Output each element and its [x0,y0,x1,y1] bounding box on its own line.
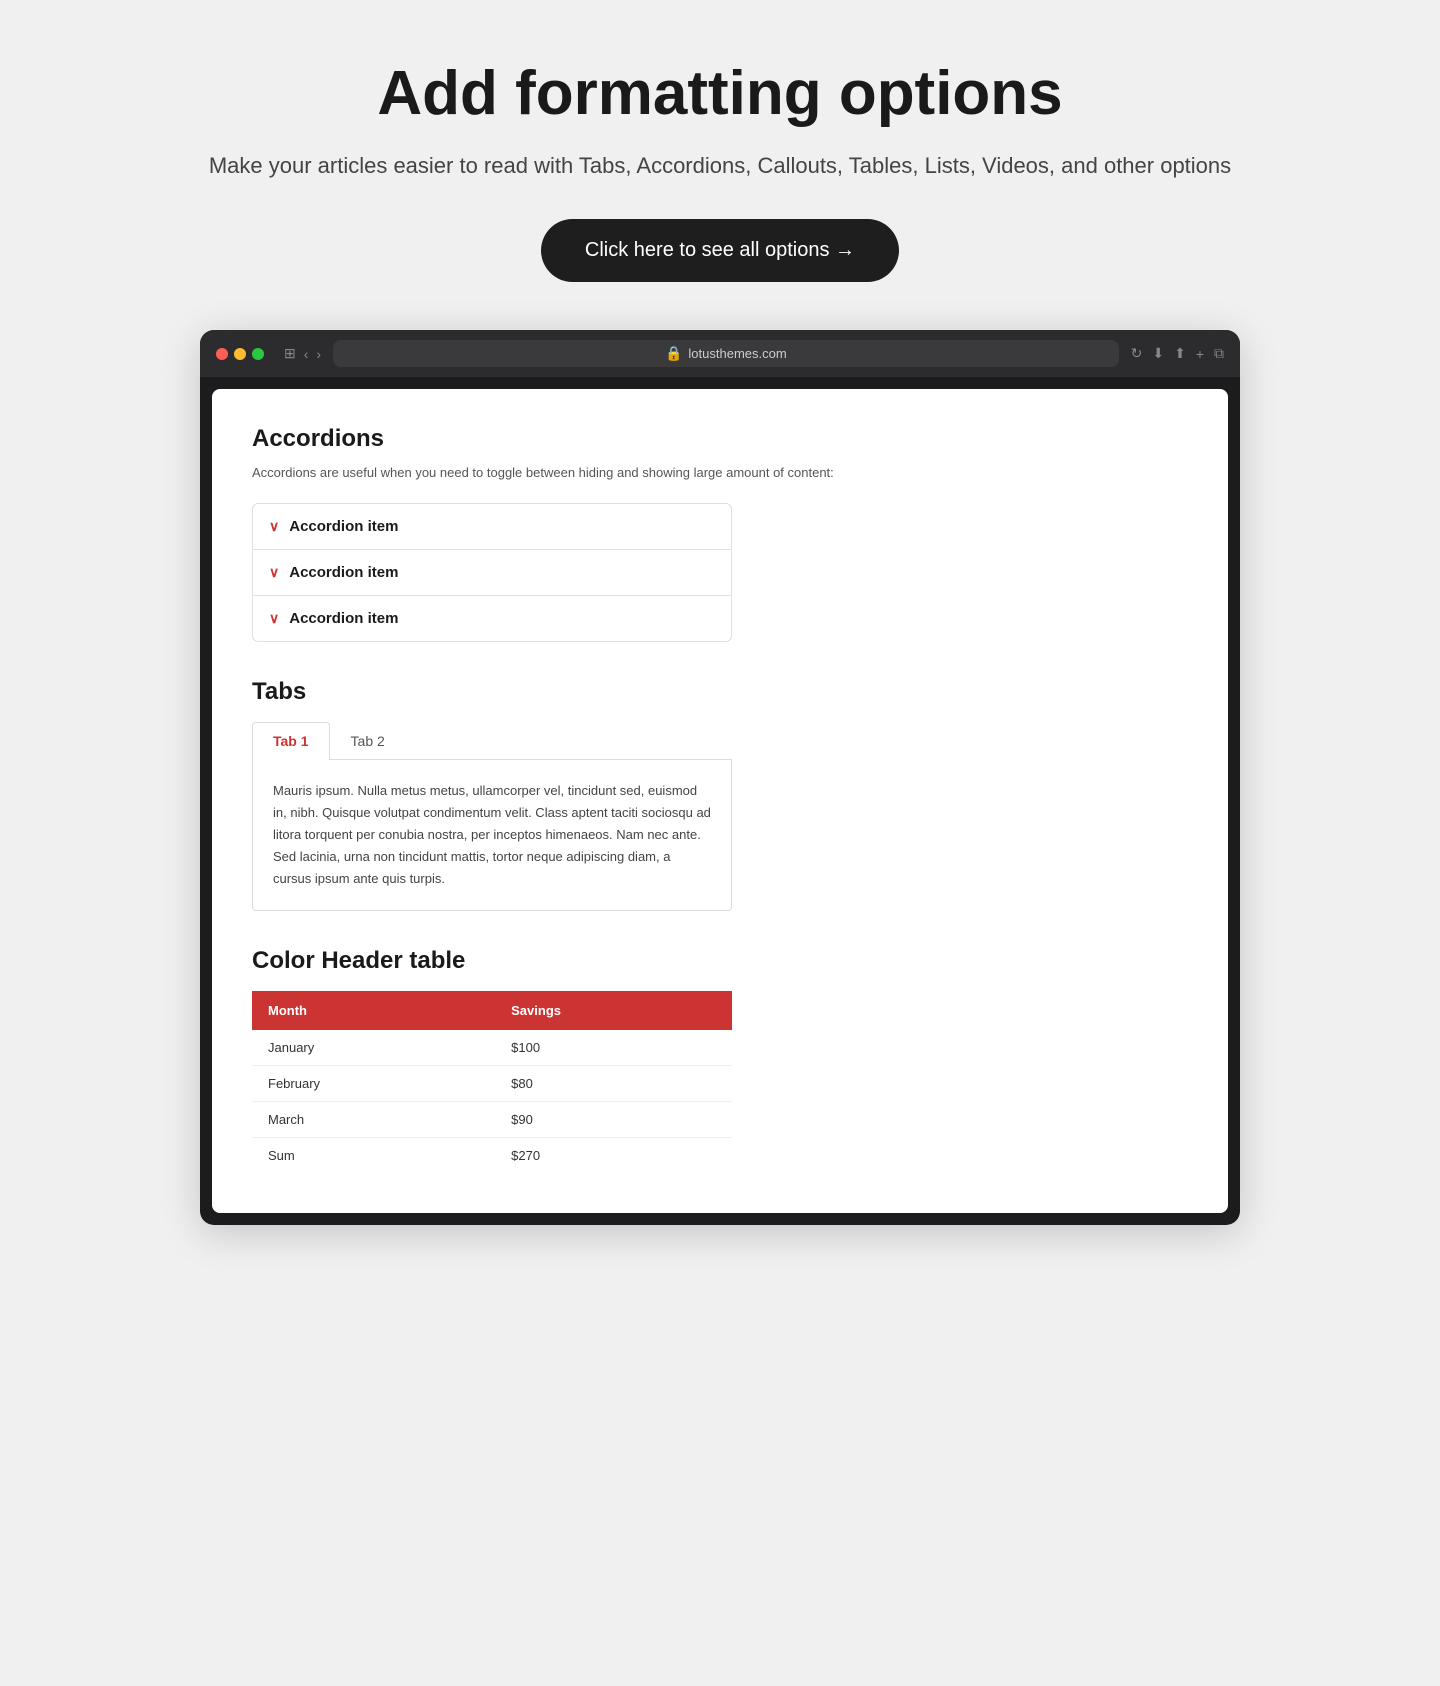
accordion-container: ∨ Accordion item ∨ Accordion item ∨ Acco… [252,503,732,642]
accordion-item-2[interactable]: ∨ Accordion item [253,550,731,596]
browser-right-icons: ↻ ⬇ ⬆ + ⧉ [1131,345,1224,362]
refresh-icon[interactable]: ↻ [1131,345,1143,362]
table-cell-1-1: $80 [495,1066,732,1102]
browser-address-bar[interactable]: 🔒 lotusthemes.com [333,340,1119,367]
dot-yellow[interactable] [234,348,246,360]
dot-green[interactable] [252,348,264,360]
tabs-header: Tab 1 Tab 2 [252,722,732,760]
chevron-down-icon-2: ∨ [269,564,279,581]
chevron-down-icon-3: ∨ [269,610,279,627]
accordion-item-label-1: Accordion item [289,518,398,535]
download-icon[interactable]: ⬇ [1152,345,1164,362]
browser-toolbar: ⊞ ‹ › 🔒 lotusthemes.com ↻ ⬇ ⬆ + ⧉ [200,330,1240,377]
tabs-section: Tabs Tab 1 Tab 2 Mauris ipsum. Nulla met… [252,678,1188,911]
browser-url: lotusthemes.com [688,346,786,361]
accordions-desc: Accordions are useful when you need to t… [252,463,1188,483]
chevron-down-icon-1: ∨ [269,518,279,535]
page-wrapper: Add formatting options Make your article… [200,60,1240,1225]
share-icon[interactable]: ⬆ [1174,345,1186,362]
tab-2[interactable]: Tab 2 [330,722,406,759]
accordions-section: Accordions Accordions are useful when yo… [252,425,1188,642]
accordion-item-1[interactable]: ∨ Accordion item [253,504,731,550]
forward-icon[interactable]: › [316,346,321,362]
lock-icon: 🔒 [665,345,682,362]
browser-content: Accordions Accordions are useful when yo… [212,389,1228,1213]
table-row: Sum$270 [252,1138,732,1174]
table-section: Color Header table Month Savings January… [252,947,732,1173]
data-table: Month Savings January$100February$80Marc… [252,991,732,1173]
tab-content: Mauris ipsum. Nulla metus metus, ullamco… [252,760,732,911]
window-icon[interactable]: ⧉ [1214,345,1224,362]
table-cell-0-1: $100 [495,1030,732,1066]
table-header-savings: Savings [495,991,732,1030]
table-row: January$100 [252,1030,732,1066]
hero-section: Add formatting options Make your article… [200,60,1240,282]
browser-dots [216,348,264,360]
table-cell-1-0: February [252,1066,495,1102]
accordion-item-3[interactable]: ∨ Accordion item [253,596,731,641]
table-cell-0-0: January [252,1030,495,1066]
back-icon[interactable]: ‹ [304,346,309,362]
tabs-title: Tabs [252,678,1188,706]
table-header-month: Month [252,991,495,1030]
new-tab-icon[interactable]: + [1196,346,1204,362]
table-cell-3-0: Sum [252,1138,495,1174]
table-cell-3-1: $270 [495,1138,732,1174]
cta-button[interactable]: Click here to see all options → [541,219,899,282]
tab-icon: ⊞ [284,345,296,362]
hero-subtitle: Make your articles easier to read with T… [200,148,1240,183]
accordion-item-label-2: Accordion item [289,564,398,581]
accordion-item-label-3: Accordion item [289,610,398,627]
table-title: Color Header table [252,947,732,975]
table-row: March$90 [252,1102,732,1138]
table-cell-2-1: $90 [495,1102,732,1138]
browser-nav-icons: ⊞ ‹ › [284,345,321,362]
table-header-row: Month Savings [252,991,732,1030]
page-title: Add formatting options [200,60,1240,128]
table-cell-2-0: March [252,1102,495,1138]
accordions-title: Accordions [252,425,1188,453]
tab-1[interactable]: Tab 1 [252,722,330,760]
table-row: February$80 [252,1066,732,1102]
browser-window: ⊞ ‹ › 🔒 lotusthemes.com ↻ ⬇ ⬆ + ⧉ Accord… [200,330,1240,1225]
dot-red[interactable] [216,348,228,360]
